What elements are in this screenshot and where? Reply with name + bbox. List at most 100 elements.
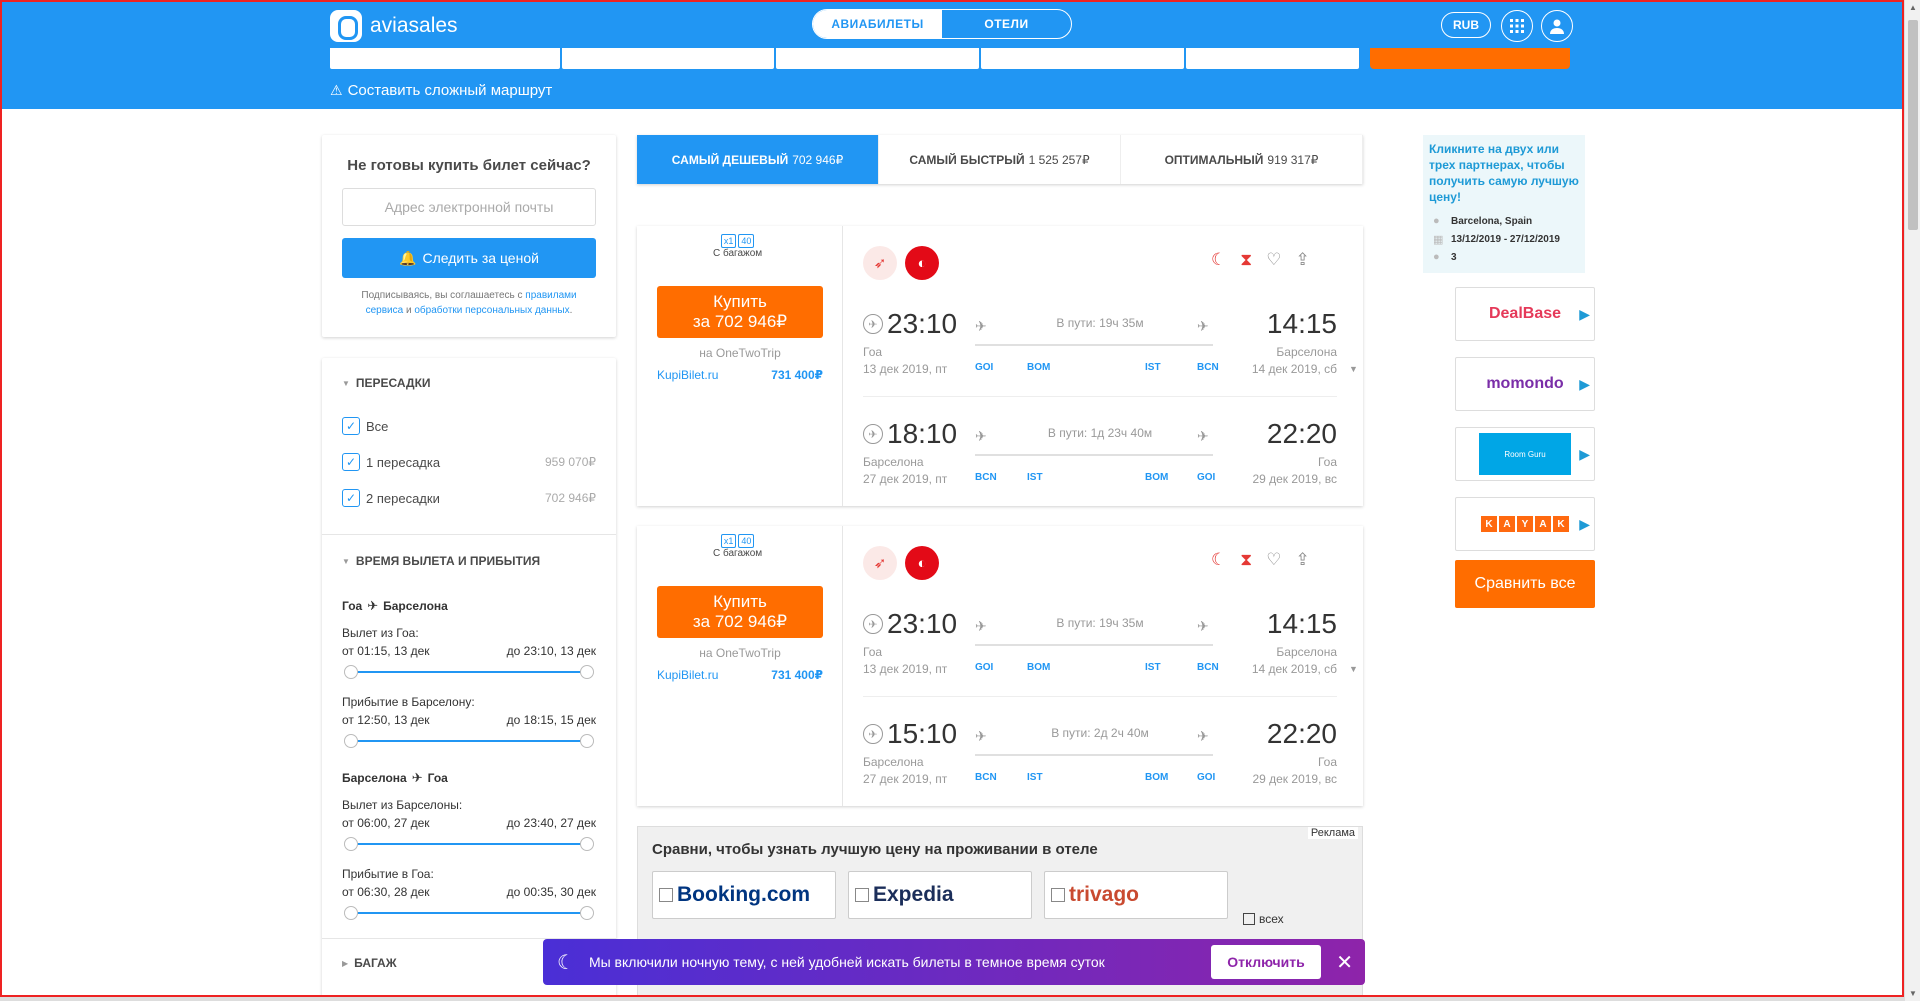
heart-icon[interactable]: ♡ — [1266, 250, 1281, 270]
heart-icon[interactable]: ♡ — [1266, 550, 1281, 570]
checkbox-checked[interactable]: ✓ — [342, 417, 360, 435]
buy-label: Купить — [713, 592, 767, 611]
stops-section-toggle[interactable]: ▼ ПЕРЕСАДКИ — [342, 376, 431, 390]
legal-text: . — [569, 305, 573, 316]
checkbox-checked[interactable]: ✓ — [342, 453, 360, 471]
range-label: Прибытие в Гоа: — [342, 867, 434, 881]
kayak-letter: Y — [1517, 516, 1533, 532]
chevron-down-icon: ▼ — [342, 378, 350, 388]
booking-option[interactable]: Booking.com — [652, 871, 836, 919]
range-values: от 01:15, 13 дек до 23:10, 13 дек — [342, 644, 596, 658]
search-button[interactable] — [1370, 48, 1570, 69]
buy-button[interactable]: Купить за 702 946₽ — [657, 586, 823, 638]
tab-hotels[interactable]: ОТЕЛИ — [942, 10, 1071, 38]
time-slider[interactable] — [344, 665, 594, 679]
share-icon[interactable]: ⇪ — [1295, 550, 1309, 570]
airline-logos: ➶ ◐ — [863, 546, 939, 580]
select-all-option[interactable]: всех — [1243, 912, 1284, 926]
night-theme-toast: ☾ Мы включили ночную тему, с ней удобней… — [543, 939, 1365, 985]
destination-field[interactable] — [562, 48, 774, 69]
range-to: до 23:40, 27 дек — [506, 816, 596, 830]
tab-optimal[interactable]: ОПТИМАЛЬНЫЙ 919 317₽ — [1121, 135, 1363, 184]
alt-agent-price: 731 400₽ — [771, 668, 823, 682]
price-alert-card: Не готовы купить билет сейчас? Адрес эле… — [322, 135, 616, 337]
times-section-toggle[interactable]: ▼ ВРЕМЯ ВЫЛЕТА И ПРИБЫТИЯ — [342, 554, 540, 568]
checkbox-unchecked[interactable] — [1243, 913, 1255, 925]
expand-chevron-icon[interactable]: ▼ — [1349, 664, 1358, 674]
stops-filter-2[interactable]: ✓ 2 пересадки 702 946₽ — [342, 488, 596, 508]
toast-message: Мы включили ночную тему, с ней удобней и… — [588, 954, 1105, 970]
scroll-up-icon[interactable]: ▲ — [1909, 3, 1917, 12]
tab-fastest[interactable]: САМЫЙ БЫСТРЫЙ 1 525 257₽ — [879, 135, 1121, 184]
stops-filter-1[interactable]: ✓ 1 пересадка 959 070₽ — [342, 452, 596, 472]
tab-flights[interactable]: АВИАБИЛЕТЫ — [813, 10, 942, 38]
landing-icon: ✈ — [1197, 728, 1209, 744]
turkish-airlines-logo: ◐ — [905, 246, 939, 280]
arrival-date: 29 дек 2019, вс — [1252, 772, 1337, 786]
scrollbar[interactable]: ▲ ▼ — [1904, 0, 1920, 1001]
expand-chevron-icon[interactable]: ▼ — [1349, 364, 1358, 374]
range-label: Вылет из Гоа: — [342, 626, 419, 640]
scrollbar-thumb[interactable] — [1908, 20, 1918, 230]
buy-button[interactable]: Купить за 702 946₽ — [657, 286, 823, 338]
depart-date-field[interactable] — [776, 48, 979, 69]
landing-icon: ✈ — [1197, 428, 1209, 444]
stops-filter-all[interactable]: ✓ Все — [342, 416, 596, 436]
agent-name: на OneTwoTrip — [699, 646, 781, 660]
time-slider[interactable] — [344, 906, 594, 920]
arrival-time: 22:20 — [1266, 718, 1337, 749]
arrival-date: 14 дек 2019, сб — [1251, 662, 1337, 676]
airline-logos: ➶ ◐ — [863, 246, 939, 280]
apps-button[interactable] — [1501, 10, 1533, 42]
privacy-link[interactable]: обработки персональных данных — [414, 305, 569, 316]
partner-kayak[interactable]: K A Y A K ▶ — [1455, 497, 1595, 551]
air-india-logo: ➶ — [863, 246, 897, 280]
suitcase-icon: 40 — [738, 534, 755, 548]
currency-button[interactable]: RUB — [1441, 12, 1491, 38]
checkbox-checked[interactable]: ✓ — [342, 489, 360, 507]
partner-roomguru[interactable]: Room Guru ▶ — [1455, 427, 1595, 481]
takeoff-icon: ✈ — [975, 428, 987, 444]
alt-offer-link[interactable]: KupiBilet.ru 731 400₽ — [657, 668, 823, 682]
alt-offer-link[interactable]: KupiBilet.ru 731 400₽ — [657, 368, 823, 382]
scroll-down-icon[interactable]: ▼ — [1909, 989, 1917, 998]
profile-button[interactable] — [1541, 10, 1573, 42]
departure-date: 27 дек 2019, пт — [863, 772, 948, 786]
promo-city: ● Barcelona, Spain — [1433, 215, 1532, 227]
chevron-right-icon: ▶ — [1579, 306, 1590, 322]
partner-momondo[interactable]: momondo ▶ — [1455, 357, 1595, 411]
expedia-option[interactable]: Expedia — [848, 871, 1032, 919]
ticket-card: x1 40 С багажом Купить за 702 946₽ на OneT… — [637, 226, 1363, 506]
return-date-field[interactable] — [981, 48, 1184, 69]
flight-duration: В пути: 2д 2ч 40м — [1051, 726, 1149, 740]
close-icon[interactable]: ✕ — [1336, 950, 1353, 975]
airport-code: IST — [1145, 362, 1161, 373]
complex-route-link[interactable]: ⚠ Составить сложный маршрут — [330, 82, 552, 99]
agent-name: на OneTwoTrip — [699, 346, 781, 360]
airport-code: BCN — [975, 772, 997, 783]
baggage-section-toggle[interactable]: ▶ БАГАЖ — [342, 956, 397, 970]
range-from: от 06:00, 27 дек — [342, 816, 430, 830]
takeoff-icon: ✈ — [975, 618, 987, 634]
checkbox-unchecked[interactable] — [855, 888, 869, 902]
passengers-field[interactable] — [1186, 48, 1359, 69]
time-slider[interactable] — [344, 837, 594, 851]
tab-cheapest[interactable]: САМЫЙ ДЕШЕВЫЙ 702 946₽ — [637, 135, 879, 184]
range-from: от 12:50, 13 дек — [342, 713, 430, 727]
legal-text: Подписываясь, вы соглашаетесь с — [361, 290, 526, 301]
compare-all-button[interactable]: Сравнить все — [1455, 560, 1595, 608]
email-input[interactable]: Адрес электронной почты — [342, 188, 596, 226]
checkbox-unchecked[interactable] — [659, 888, 673, 902]
checkbox-unchecked[interactable] — [1051, 888, 1065, 902]
origin-field[interactable] — [330, 48, 560, 69]
share-icon[interactable]: ⇪ — [1295, 250, 1309, 270]
trivago-option[interactable]: trivago — [1044, 871, 1228, 919]
partner-dealbase[interactable]: DealBase ▶ — [1455, 287, 1595, 341]
provider-name: Expedia — [873, 883, 954, 906]
time-slider[interactable] — [344, 734, 594, 748]
disable-night-theme-button[interactable]: Отключить — [1211, 945, 1321, 979]
user-icon — [1550, 19, 1564, 34]
horizontal-scrollbar[interactable] — [0, 997, 1904, 1001]
track-price-button[interactable]: 🔔 Следить за ценой — [342, 238, 596, 278]
logo[interactable]: aviasales — [330, 10, 458, 42]
